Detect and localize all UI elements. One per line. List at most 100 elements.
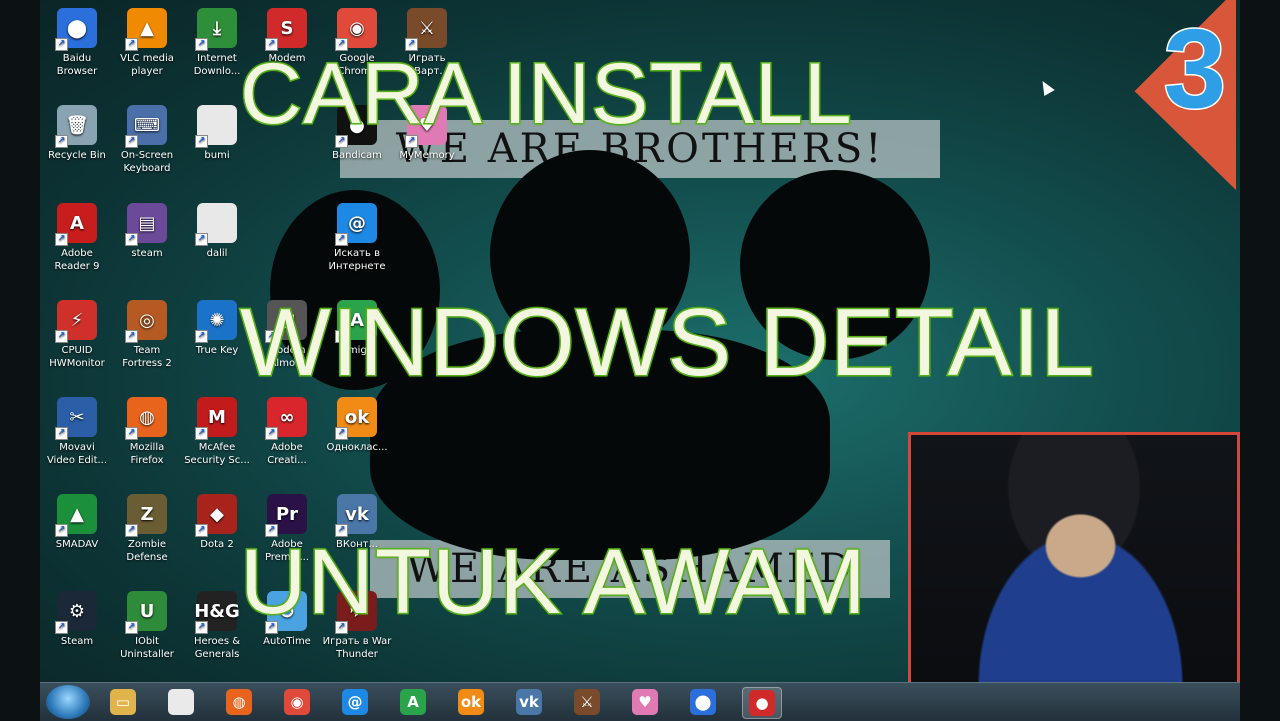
desktop-icon-firefox[interactable]: ◍Mozilla Firefox: [112, 397, 182, 467]
taskbar-game[interactable]: ⚔: [568, 687, 606, 717]
desktop-icon-adobe-reader[interactable]: AAdobe Reader 9: [42, 203, 112, 273]
desktop-icon-label: CPUID HWMonitor: [49, 345, 105, 369]
desktop-icon-odnoklassniki[interactable]: ok Одноклас...: [322, 397, 392, 454]
taskbar-mail-search[interactable]: @: [336, 687, 374, 717]
screen-frame: WE ARE BROTHERS! WE ARE ASHAMED ⬤Baidu B…: [0, 0, 1280, 721]
desktop-icon-label: Team Fortress 2: [122, 345, 172, 369]
desktop-icon-label: dalil: [206, 248, 228, 259]
blank-file-icon: [195, 105, 237, 148]
adobe-reader-icon: A: [55, 203, 97, 246]
desktop-icon-label: IObit Uninstaller: [120, 636, 174, 660]
game-portrait-icon: ⚔: [574, 689, 600, 715]
movavi-icon: ✂: [55, 397, 97, 440]
taskbar-odnoklassniki[interactable]: ok: [452, 687, 490, 717]
steam-icon: ⚙: [55, 591, 97, 634]
mymemory-icon: ♥: [632, 689, 658, 715]
vk-icon: vk: [516, 689, 542, 715]
desktop-icon-label: Baidu Browser: [56, 53, 98, 77]
desktop-icon-steam[interactable]: ⚙ Steam: [42, 591, 112, 648]
title-line-3: UNTUK AWAM: [239, 530, 868, 635]
start-button[interactable]: [46, 685, 90, 719]
desktop-icon-baidu-browser[interactable]: ⬤Baidu Browser: [42, 8, 112, 78]
desktop-icon-dalil[interactable]: dalil: [182, 203, 252, 260]
premiere-icon: Pr: [265, 494, 307, 537]
desktop-icon-label: Movavi Video Edit...: [46, 442, 108, 466]
hwmonitor-icon: ⚡: [55, 300, 97, 343]
firefox-icon: ◍: [125, 397, 167, 440]
desktop-icon-label: Heroes & Generals: [193, 636, 241, 660]
mouse-cursor-icon: [1037, 77, 1055, 97]
blank-file-icon: [195, 203, 237, 246]
mail-at-icon: @: [342, 689, 368, 715]
odnoklassniki-icon: ok: [335, 397, 377, 440]
title-line-2: WINDOWS DETAIL: [239, 288, 1096, 398]
title-line-1: CARA INSTALL: [239, 45, 854, 144]
smadav-icon: ▲: [55, 494, 97, 537]
desktop-icon-label: steam: [131, 248, 163, 259]
taskbar-chrome[interactable]: ◉: [278, 687, 316, 717]
amigo-icon: A: [400, 689, 426, 715]
desktop-icon-label: Mozilla Firefox: [129, 442, 165, 466]
desktop-icon-smadav[interactable]: ▲ SMADAV: [42, 494, 112, 551]
desktop-icon-label: Adobe Creati...: [267, 442, 307, 466]
winrar-icon: ▤: [125, 203, 167, 246]
desktop-icon-iobit[interactable]: UIObit Uninstaller: [112, 591, 182, 661]
baidu-icon: ⬤: [690, 689, 716, 715]
true-key-icon: ✺: [195, 300, 237, 343]
desktop-icon-label: Zombie Defense: [126, 539, 168, 563]
adobe-cc-icon: ∞: [265, 397, 307, 440]
zombie-defense-icon: Z: [125, 494, 167, 537]
chrome-icon: ◉: [335, 8, 377, 51]
mcafee-icon: M: [195, 397, 237, 440]
desktop-icon-onscreen-keyboard[interactable]: ⌨On-Screen Keyboard: [112, 105, 182, 175]
taskbar-file[interactable]: [162, 687, 200, 717]
desktop-icon-label: Adobe Reader 9: [54, 248, 100, 272]
desktop-icon-label: VLC media player: [120, 53, 174, 77]
desktop-icon-tf2[interactable]: ◎Team Fortress 2: [112, 300, 182, 370]
firefox-icon: ◍: [226, 689, 252, 715]
desktop-icon-label: SMADAV: [55, 539, 99, 550]
recycle-bin-icon: 🗑: [55, 105, 97, 148]
chrome-icon: ◉: [284, 689, 310, 715]
taskbar-bandicam[interactable]: ●: [742, 687, 782, 719]
desktop-icon-movavi[interactable]: ✂Movavi Video Edit...: [42, 397, 112, 467]
vk-icon: vk: [335, 494, 377, 537]
desktop-icon-adobe-cc[interactable]: ∞Adobe Creati...: [252, 397, 322, 467]
odnoklassniki-icon: ok: [458, 689, 484, 715]
folder-icon: ▭: [110, 689, 136, 715]
tf2-icon: ◎: [125, 300, 167, 343]
dota2-icon: ◆: [195, 494, 237, 537]
iobit-icon: U: [125, 591, 167, 634]
desktop-icon-search-internet[interactable]: @Искать в Интернете: [322, 203, 392, 273]
taskbar-amigo[interactable]: A: [394, 687, 432, 717]
desktop-icon-hwmonitor[interactable]: ⚡CPUID HWMonitor: [42, 300, 112, 370]
taskbar-baidu[interactable]: ⬤: [684, 687, 722, 717]
taskbar-firefox[interactable]: ◍: [220, 687, 258, 717]
modem-icon: S: [265, 8, 307, 51]
game-portrait-icon: ⚔: [405, 8, 447, 51]
mail-at-icon: @: [335, 203, 377, 246]
desktop-icon-label: Играть в War Thunder: [322, 636, 392, 660]
desktop-icon-label: Steam: [60, 636, 94, 647]
vlc-cone-icon: ▲: [125, 8, 167, 51]
desktop-icon-label: McAfee Security Sc...: [184, 442, 250, 466]
taskbar-mymemory[interactable]: ♥: [626, 687, 664, 717]
desktop-icon-label: Одноклас...: [326, 442, 388, 453]
desktop-icon-mcafee[interactable]: MMcAfee Security Sc...: [182, 397, 252, 467]
desktop-icon-recycle-bin[interactable]: 🗑 Recycle Bin: [42, 105, 112, 162]
desktop-icon-steam-archive[interactable]: ▤ steam: [112, 203, 182, 260]
desktop-icon-label: Искать в Интернете: [328, 248, 386, 272]
taskbar-explorer[interactable]: ▭: [104, 687, 142, 717]
desktop-icon-label: AutoTime: [263, 636, 311, 647]
episode-number: 3: [1162, 5, 1227, 133]
baidu-icon: ⬤: [55, 8, 97, 51]
keyboard-icon: ⌨: [125, 105, 167, 148]
heroes-generals-icon: H&G: [194, 591, 240, 634]
desktop-icon-vlc[interactable]: ▲VLC media player: [112, 8, 182, 78]
globe-download-icon: ⤓: [195, 8, 237, 51]
desktop-icon-zombie-defense[interactable]: ZZombie Defense: [112, 494, 182, 564]
taskbar-vk[interactable]: vk: [510, 687, 548, 717]
desktop-icon-label: Recycle Bin: [48, 150, 106, 161]
desktop-icon-label: bumi: [204, 150, 230, 161]
desktop-icon-label: On-Screen Keyboard: [120, 150, 174, 174]
